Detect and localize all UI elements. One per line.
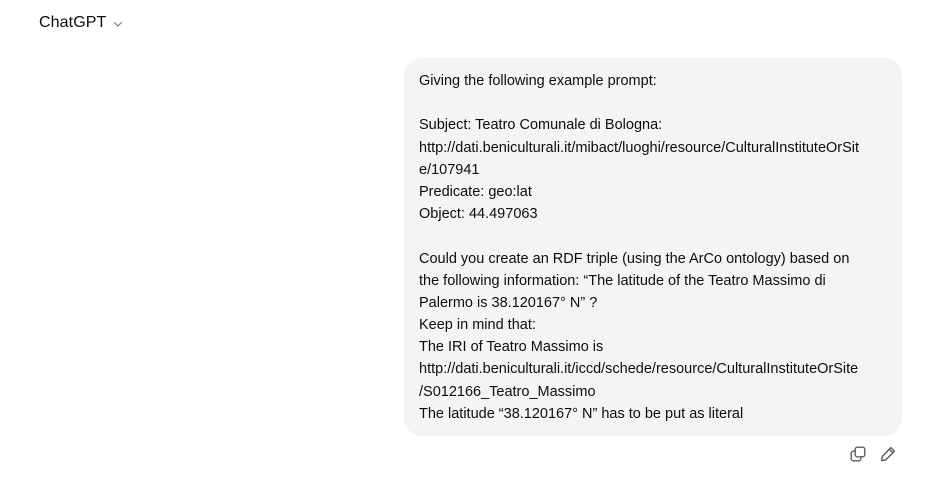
message-line: Giving the following example prompt: bbox=[419, 73, 657, 89]
model-selector[interactable]: ChatGPT bbox=[39, 11, 124, 35]
message-line: Subject: Teatro Comunale di Bologna: bbox=[419, 117, 663, 134]
message-line: http://dati.beniculturali.it/mibact/luog… bbox=[419, 139, 860, 156]
chevron-down-icon bbox=[112, 18, 124, 30]
chat-page: ChatGPT Giving the following example pro… bbox=[0, 0, 941, 478]
user-message-bubble: Giving the following example prompt: Sub… bbox=[404, 58, 902, 436]
message-line: Could you create an RDF triple (using th… bbox=[419, 250, 850, 267]
model-name: ChatGPT bbox=[39, 14, 107, 31]
message-line: e/107941 bbox=[419, 161, 480, 178]
copy-button[interactable] bbox=[848, 446, 868, 466]
message-line: The latitude “38.120167° N” has to be pu… bbox=[419, 405, 744, 422]
message-line: Palermo is 38.120167° N” ? bbox=[419, 294, 598, 311]
edit-button[interactable] bbox=[878, 446, 898, 466]
message-line: http://dati.beniculturali.it/iccd/schede… bbox=[419, 361, 859, 378]
message-line: The IRI of Teatro Massimo is bbox=[419, 339, 604, 356]
message-line: Object: 44.497063 bbox=[419, 206, 538, 223]
copy-icon bbox=[849, 445, 867, 468]
message-line: /S012166_Teatro_Massimo bbox=[419, 383, 596, 400]
message-actions bbox=[848, 446, 898, 466]
pencil-icon bbox=[879, 445, 897, 468]
message-line: Keep in mind that: bbox=[419, 317, 536, 334]
message-line: Predicate: geo:lat bbox=[419, 183, 532, 200]
message-line: the following information: “The latitude… bbox=[419, 272, 826, 289]
